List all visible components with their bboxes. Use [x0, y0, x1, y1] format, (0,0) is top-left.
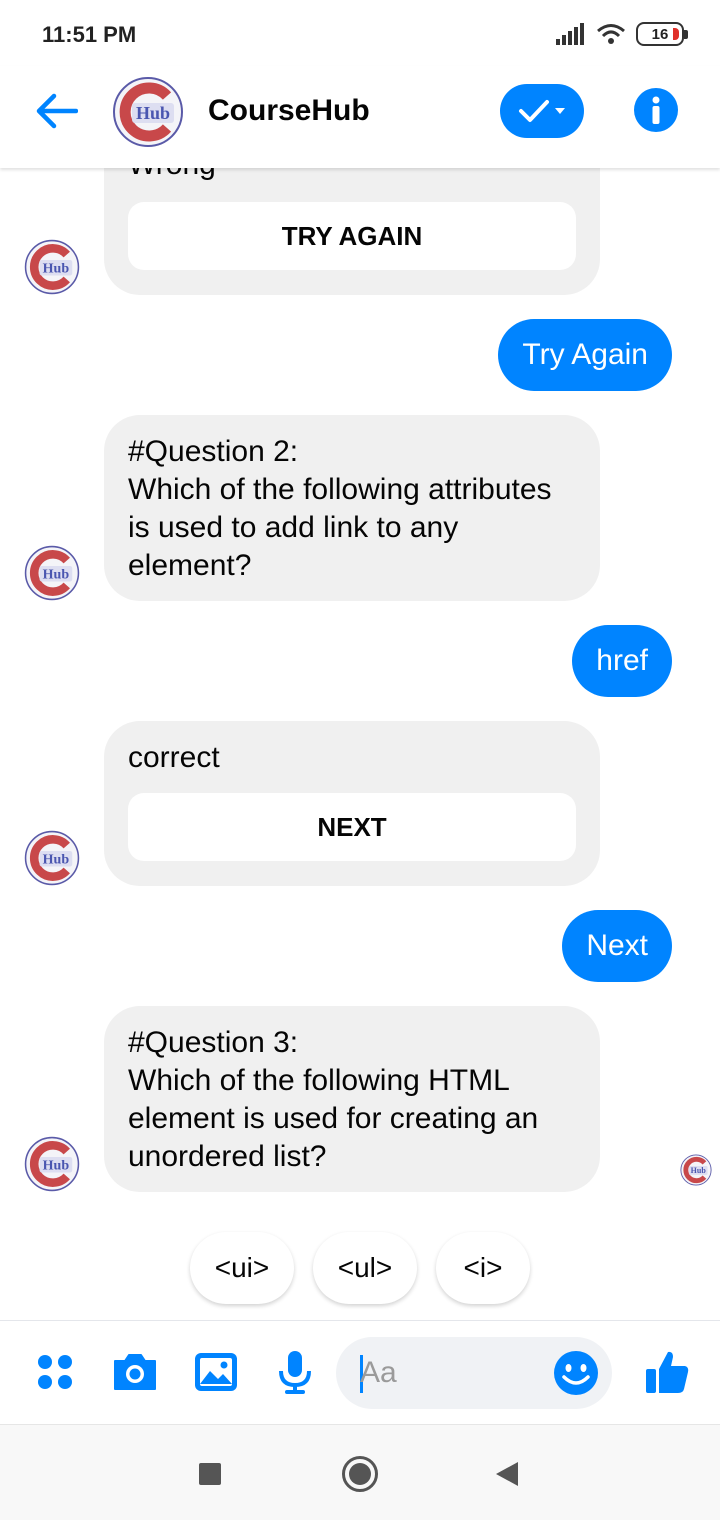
camera-icon — [114, 1354, 156, 1390]
status-time: 11:51 PM — [42, 22, 137, 47]
back-button[interactable] — [30, 88, 82, 134]
status-bar: 11:51 PM 16 — [0, 0, 720, 66]
info-icon — [652, 96, 660, 124]
svg-text:Hub: Hub — [43, 567, 70, 582]
voice-button[interactable] — [270, 1347, 320, 1397]
like-button[interactable] — [642, 1347, 692, 1397]
page-title[interactable]: CourseHub — [208, 94, 370, 128]
emoji-icon[interactable] — [552, 1349, 600, 1397]
message-input[interactable] — [360, 1353, 540, 1393]
message-input-field[interactable] — [336, 1337, 612, 1409]
message-outgoing: Try Again — [498, 319, 672, 391]
home-button[interactable] — [335, 1449, 385, 1499]
signal-icon — [556, 23, 584, 45]
wifi-icon — [597, 24, 625, 44]
try-again-button[interactable]: TRY AGAIN — [128, 202, 576, 270]
bot-avatar: Hub — [24, 830, 80, 886]
message-question-2: #Question 2: Which of the following attr… — [104, 415, 600, 601]
bot-avatar: Hub — [24, 545, 80, 601]
message-text: correct — [128, 741, 220, 774]
check-icon — [519, 100, 549, 122]
image-icon — [195, 1353, 237, 1391]
message-wrong: Wrong TRY AGAIN — [104, 168, 600, 295]
nav-square-icon — [199, 1463, 221, 1485]
chevron-down-icon — [555, 108, 565, 114]
system-navigation-bar — [0, 1424, 720, 1520]
battery-icon: 16 — [636, 22, 688, 46]
svg-text:Hub: Hub — [43, 261, 70, 276]
apps-icon — [38, 1355, 72, 1389]
bot-avatar: Hub — [24, 1136, 80, 1192]
chat-header: Hub CourseHub — [0, 66, 720, 168]
page-avatar[interactable]: Hub — [112, 76, 184, 148]
camera-button[interactable] — [110, 1347, 160, 1397]
message-text: #Question 3: Which of the following HTML… — [128, 1026, 539, 1173]
message-question-3: #Question 3: Which of the following HTML… — [104, 1006, 600, 1192]
quick-reply-i[interactable]: <i> — [436, 1232, 530, 1304]
composer-bar — [0, 1320, 720, 1424]
message-outgoing: href — [572, 625, 672, 697]
seen-indicator-avatar: Hub — [680, 1154, 712, 1186]
svg-text:Hub: Hub — [43, 852, 70, 867]
battery-level: 16 — [651, 25, 669, 43]
bot-avatar: Hub — [24, 239, 80, 295]
mark-done-button[interactable] — [500, 84, 584, 138]
nav-triangle-icon — [496, 1462, 518, 1486]
more-actions-button[interactable] — [30, 1347, 80, 1397]
recents-button[interactable] — [185, 1449, 235, 1499]
back-nav-button[interactable] — [482, 1449, 532, 1499]
message-text: Wrong — [128, 168, 216, 184]
next-button[interactable]: NEXT — [128, 793, 576, 861]
svg-text:Hub: Hub — [43, 1158, 70, 1173]
status-icons: 16 — [556, 22, 688, 46]
message-text: #Question 2: Which of the following attr… — [128, 435, 552, 582]
info-button[interactable] — [634, 88, 678, 132]
back-arrow-icon — [36, 93, 78, 129]
quick-reply-ui[interactable]: <ui> — [190, 1232, 294, 1304]
message-correct: correct NEXT — [104, 721, 600, 886]
message-outgoing: Next — [562, 910, 672, 982]
nav-circle-icon — [342, 1456, 378, 1492]
message-list[interactable]: Wrong TRY AGAIN Hub Try Again #Question … — [0, 168, 720, 1320]
thumbs-up-icon — [646, 1351, 689, 1393]
quick-reply-ul[interactable]: <ul> — [313, 1232, 417, 1304]
gallery-button[interactable] — [191, 1347, 241, 1397]
svg-text:Hub: Hub — [691, 1166, 707, 1175]
microphone-icon — [279, 1351, 311, 1394]
avatar-text: Hub — [136, 103, 170, 123]
